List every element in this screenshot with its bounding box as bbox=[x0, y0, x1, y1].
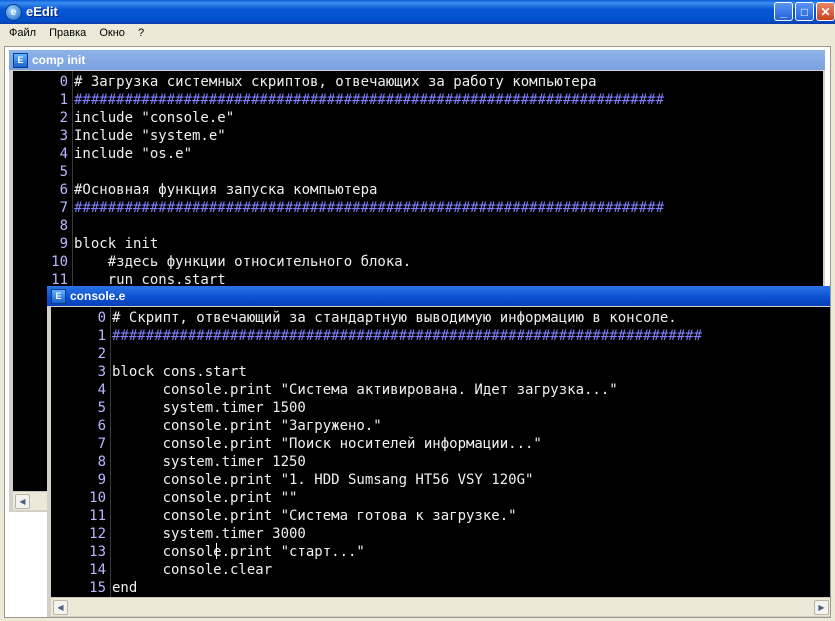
line-number: 14 bbox=[89, 562, 106, 578]
code-text[interactable]: console.print "Система готова к загрузке… bbox=[112, 507, 517, 525]
line-number: 13 bbox=[89, 544, 106, 560]
line-number: 7 bbox=[59, 200, 68, 216]
code-text[interactable]: console.print "Поиск носителей информаци… bbox=[112, 435, 542, 453]
line-number: 9 bbox=[59, 236, 68, 252]
code-editor-console-e[interactable]: 0 # Скрипт, отвечающий за стандартную выв… bbox=[51, 307, 830, 597]
scroll-left-arrow-icon[interactable]: ◀ bbox=[53, 600, 68, 615]
scroll-right-arrow-icon[interactable]: ▶ bbox=[814, 600, 829, 615]
maximize-button[interactable]: □ bbox=[795, 2, 814, 21]
line-number: 1 bbox=[97, 328, 106, 344]
code-text[interactable]: #Основная функция запуска компьютера bbox=[74, 181, 377, 199]
line-number: 8 bbox=[59, 218, 68, 234]
line-number: 10 bbox=[51, 254, 68, 270]
code-text[interactable]: system.timer 1250 bbox=[112, 453, 306, 471]
scroll-left-arrow-icon[interactable]: ◀ bbox=[15, 494, 30, 509]
code-text[interactable]: block cons.start bbox=[112, 363, 247, 381]
menu-file[interactable]: Файл bbox=[0, 24, 41, 39]
code-text[interactable]: Include "system.e" bbox=[74, 127, 226, 145]
code-text[interactable]: # Скрипт, отвечающий за стандартную выво… bbox=[112, 309, 677, 327]
line-number: 4 bbox=[97, 382, 106, 398]
line-number: 11 bbox=[89, 508, 106, 524]
line-number: 4 bbox=[59, 146, 68, 162]
line-number: 5 bbox=[97, 400, 106, 416]
code-text[interactable]: # Загрузка системных скриптов, отвечающи… bbox=[74, 73, 597, 91]
line-number: 7 bbox=[97, 436, 106, 452]
menu-bar: Файл Правка Окно ? bbox=[0, 24, 835, 43]
menu-edit[interactable]: Правка bbox=[44, 24, 91, 39]
code-text[interactable]: ########################################… bbox=[74, 91, 664, 109]
line-number: 0 bbox=[59, 74, 68, 90]
code-text[interactable]: #здесь функции относительного блока. bbox=[74, 253, 411, 271]
document-icon: E bbox=[13, 53, 28, 68]
window-comp-init-title: comp init bbox=[32, 53, 86, 67]
code-text[interactable]: system.timer 3000 bbox=[112, 525, 306, 543]
line-number: 3 bbox=[97, 364, 106, 380]
app-title: eEdit bbox=[26, 4, 58, 19]
line-number: 15 bbox=[89, 580, 106, 596]
mdi-client-area: E comp init 0 # Загрузка системных скрипт… bbox=[4, 46, 831, 618]
code-text[interactable]: console.print "1. HDD Sumsang HT56 VSY 1… bbox=[112, 471, 534, 489]
minimize-button[interactable]: _ bbox=[774, 2, 793, 21]
window-console-e[interactable]: E console.e 0 # Скрипт, отвечающий за ста… bbox=[47, 286, 830, 617]
horizontal-scrollbar[interactable]: ◀ bbox=[13, 491, 51, 510]
line-number: 9 bbox=[97, 472, 106, 488]
window-console-e-titlebar[interactable]: E console.e bbox=[47, 286, 830, 306]
line-number: 5 bbox=[59, 164, 68, 180]
line-number: 6 bbox=[97, 418, 106, 434]
line-number: 3 bbox=[59, 128, 68, 144]
line-number: 6 bbox=[59, 182, 68, 198]
close-button[interactable]: ✕ bbox=[816, 2, 835, 21]
window-console-e-title: console.e bbox=[70, 289, 126, 303]
code-text[interactable]: include "console.e" bbox=[74, 109, 234, 127]
app-icon[interactable]: e bbox=[5, 4, 22, 21]
window-comp-init-titlebar[interactable]: E comp init bbox=[9, 50, 825, 70]
document-icon: E bbox=[51, 289, 66, 304]
line-number: 8 bbox=[97, 454, 106, 470]
code-text[interactable]: console.print "старт..." bbox=[112, 543, 365, 561]
code-text[interactable]: ########################################… bbox=[74, 199, 664, 217]
code-text[interactable]: console.print "" bbox=[112, 489, 298, 507]
app-titlebar[interactable]: e eEdit _ □ ✕ bbox=[0, 0, 835, 24]
horizontal-scrollbar[interactable]: ◀ ▶ bbox=[51, 597, 830, 616]
code-text[interactable]: block init bbox=[74, 235, 158, 253]
code-text[interactable]: ########################################… bbox=[112, 327, 702, 345]
code-text[interactable]: console.print "Система активирована. Иде… bbox=[112, 381, 618, 399]
code-text[interactable]: end bbox=[112, 579, 137, 597]
code-text[interactable]: include "os.e" bbox=[74, 145, 192, 163]
line-number: 2 bbox=[59, 110, 68, 126]
menu-window[interactable]: Окно bbox=[94, 24, 130, 39]
menu-help[interactable]: ? bbox=[133, 24, 149, 39]
code-text[interactable]: console.print "Загружено." bbox=[112, 417, 382, 435]
line-number: 12 bbox=[89, 526, 106, 542]
line-number: 2 bbox=[97, 346, 106, 362]
line-number: 10 bbox=[89, 490, 106, 506]
code-text[interactable]: console.clear bbox=[112, 561, 273, 579]
code-text[interactable]: system.timer 1500 bbox=[112, 399, 306, 417]
line-number: 0 bbox=[97, 310, 106, 326]
line-number: 1 bbox=[59, 92, 68, 108]
